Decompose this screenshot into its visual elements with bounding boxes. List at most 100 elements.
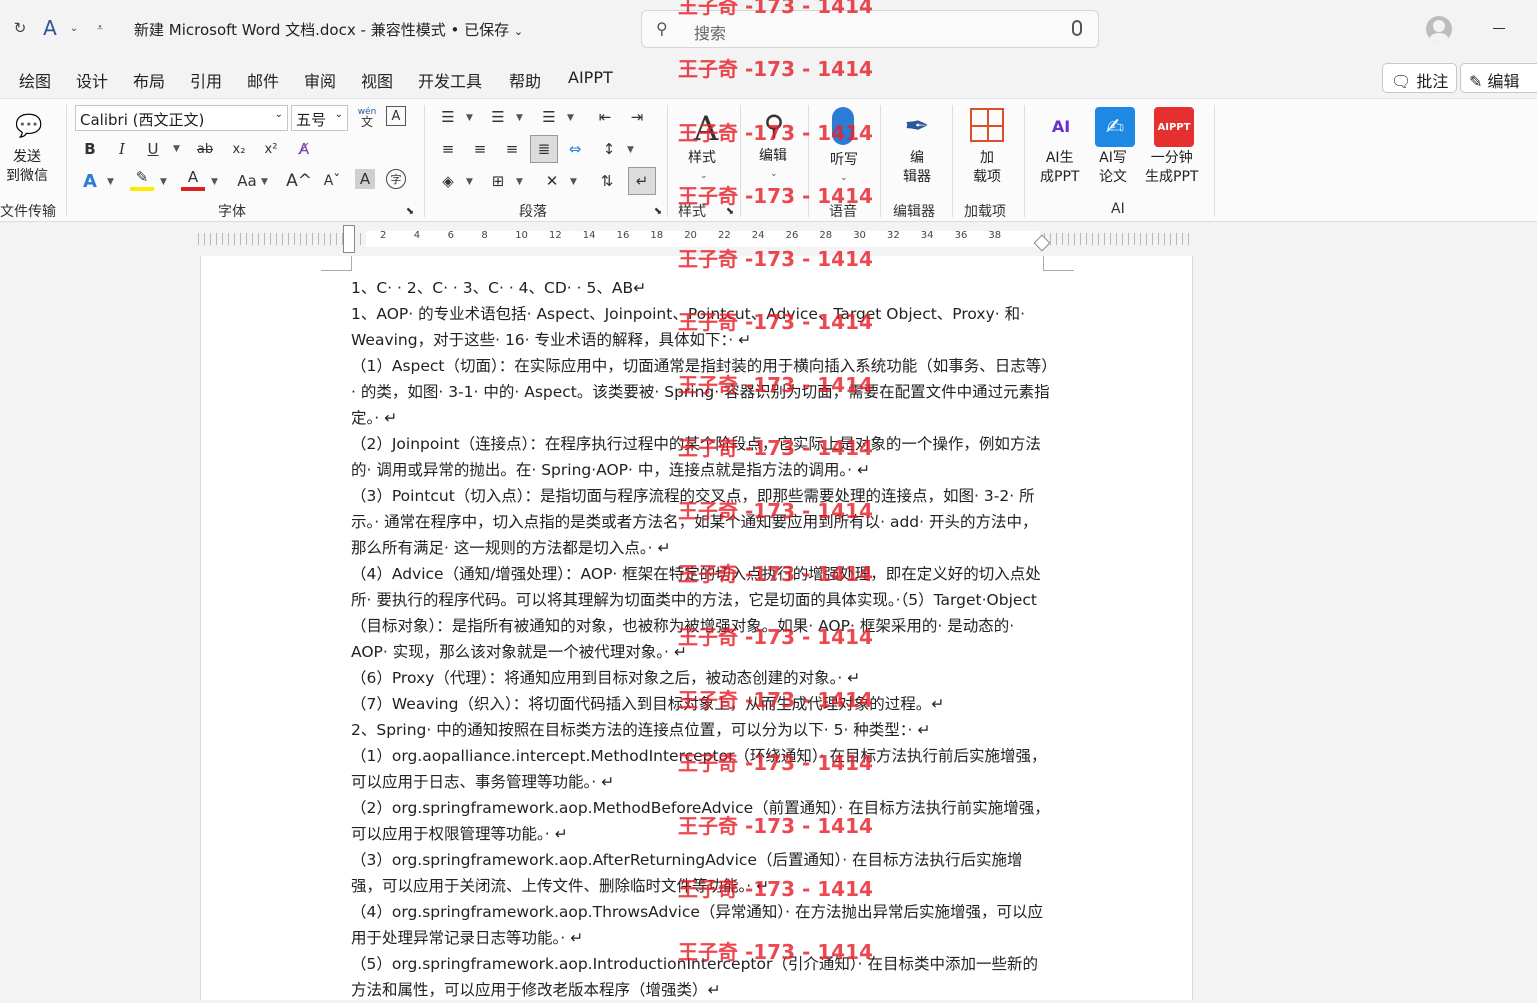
decrease-indent-icon[interactable]: ⇤ [593, 105, 617, 129]
sort-icon[interactable]: ⇅ [595, 169, 619, 193]
change-case-icon[interactable]: Aa [232, 169, 262, 193]
chevron-down-icon[interactable]: ▼ [160, 177, 167, 187]
tab-mailings[interactable]: 邮件 [247, 68, 279, 92]
wechat-icon[interactable]: 💬 [12, 111, 46, 141]
tab-developer[interactable]: 开发工具 [418, 68, 482, 92]
italic-button[interactable]: I [110, 137, 134, 161]
ai-ppt-icon[interactable]: AI [1042, 107, 1080, 145]
enclose-characters-icon[interactable]: 字 [386, 169, 406, 189]
numbering-icon[interactable]: ☰ [486, 105, 510, 129]
line-spacing-icon[interactable]: ↕ [597, 137, 621, 161]
tab-view[interactable]: 视图 [361, 68, 393, 92]
chevron-down-icon[interactable]: ⌄ [700, 171, 708, 181]
styles-button[interactable]: 样式 [688, 149, 716, 168]
chevron-down-icon[interactable]: ⌄ [770, 169, 778, 179]
ai-write-paper-button[interactable]: AI写 论文 [1099, 149, 1127, 187]
tab-layout[interactable]: 布局 [133, 68, 165, 92]
clear-formatting-icon[interactable]: A̸ [292, 137, 316, 161]
chevron-down-icon[interactable]: ⌄ [62, 16, 86, 40]
chevron-down-icon[interactable]: ▼ [173, 144, 180, 154]
ai-write-icon[interactable]: ✍ [1095, 107, 1135, 147]
borders-icon[interactable]: ⊞ [486, 169, 510, 193]
tab-design[interactable]: 设计 [76, 68, 108, 92]
document-body[interactable]: 1、C· · 2、C· · 3、C· · 4、CD· · 5、AB↵ 1、AOP… [351, 275, 1051, 1003]
font-name-select[interactable]: Calibri (西文正文) ⌄ [75, 105, 288, 131]
comment-button[interactable]: 🗨 批注 [1382, 63, 1458, 93]
send-to-wechat-button[interactable]: 发送 到微信 [6, 148, 48, 186]
font-size-select[interactable]: 五号 ⌄ [291, 105, 348, 131]
subscript-button[interactable]: x₂ [227, 137, 251, 161]
chevron-down-icon[interactable]: ▼ [466, 113, 473, 123]
chevron-down-icon[interactable]: ▼ [516, 177, 523, 187]
editor-label-1: 编 [910, 150, 924, 166]
redo-icon[interactable]: ↻ [8, 16, 32, 40]
document-title[interactable]: 新建 Microsoft Word 文档.docx - 兼容性模式 • 已保存 … [134, 19, 523, 40]
chevron-down-icon[interactable]: ⌄ [840, 173, 848, 183]
distributed-icon[interactable]: ⇔ [563, 137, 587, 161]
tab-references[interactable]: 引用 [190, 68, 222, 92]
dialog-launcher-icon[interactable]: ⬊ [722, 203, 738, 219]
chevron-down-icon[interactable]: ▼ [627, 145, 634, 155]
tab-review[interactable]: 审阅 [304, 68, 336, 92]
strikethrough-button[interactable]: ab [193, 137, 217, 161]
document-page[interactable]: 1、C· · 2、C· · 3、C· · 4、CD· · 5、AB↵ 1、AOP… [200, 256, 1193, 1000]
phonetic-guide-button[interactable]: wén 文 [355, 105, 379, 129]
asian-layout-icon[interactable]: ✕ [540, 169, 564, 193]
tab-aippt[interactable]: AIPPT [568, 68, 613, 87]
font-style-icon[interactable]: A [38, 16, 62, 40]
addins-button[interactable]: 加 载项 [973, 149, 1001, 187]
align-right-icon[interactable]: ≡ [500, 137, 524, 161]
group-file-transfer: 文件传输 [0, 204, 56, 220]
chevron-down-icon[interactable]: ▼ [466, 177, 473, 187]
tab-help[interactable]: 帮助 [509, 68, 541, 92]
find-icon[interactable]: ⚲ [756, 107, 792, 143]
customize-toolbar-icon[interactable]: ⩡ [88, 16, 112, 40]
text-effects-icon[interactable]: A [78, 169, 102, 193]
addins-icon[interactable] [970, 108, 1004, 142]
bold-button[interactable]: B [78, 137, 102, 161]
show-paragraph-marks-icon[interactable]: ↵ [628, 167, 656, 195]
increase-indent-icon[interactable]: ⇥ [625, 105, 649, 129]
edit-mode-button[interactable]: ✎ 编辑 [1460, 63, 1537, 93]
minimize-icon[interactable] [1493, 28, 1505, 29]
chevron-down-icon[interactable]: ▼ [107, 177, 114, 187]
dialog-launcher-icon[interactable]: ⬊ [402, 203, 418, 219]
multilevel-list-icon[interactable]: ☰ [537, 105, 561, 129]
horizontal-ruler[interactable]: 2 4 6 8 10 12 14 16 18 20 22 24 26 28 30 32 34 36 38 [0, 223, 1537, 256]
one-minute-ppt-button[interactable]: 一分钟 生成PPT [1145, 149, 1198, 187]
chevron-down-icon[interactable]: ▼ [261, 177, 268, 187]
align-center-icon[interactable]: ≡ [468, 137, 492, 161]
chevron-down-icon[interactable]: ▼ [516, 113, 523, 123]
font-color-icon[interactable]: A [181, 167, 205, 191]
styles-icon[interactable]: A [686, 109, 726, 149]
grow-font-icon[interactable]: A^ [286, 169, 312, 193]
align-left-icon[interactable]: ≡ [436, 137, 460, 161]
chevron-down-icon[interactable]: ▼ [567, 113, 574, 123]
dialog-launcher-icon[interactable]: ⬊ [650, 203, 666, 219]
ai-generate-ppt-button[interactable]: AI生 成PPT [1040, 149, 1079, 187]
superscript-button[interactable]: x² [259, 137, 283, 161]
indent-marker[interactable] [343, 225, 355, 253]
editing-button[interactable]: 编辑 [759, 147, 787, 166]
avatar[interactable] [1426, 16, 1452, 42]
shading-icon[interactable]: ◈ [436, 169, 460, 193]
shrink-font-icon[interactable]: Aˇ [320, 169, 344, 193]
editor-button[interactable]: 编 辑器 [903, 149, 931, 187]
editor-pen-icon[interactable]: ✒ [898, 107, 936, 145]
ruler-number: 10 [515, 230, 528, 241]
character-shading-icon[interactable]: A [355, 169, 375, 189]
highlight-icon[interactable]: ✎ [130, 167, 154, 191]
chevron-down-icon[interactable]: ▼ [570, 177, 577, 187]
search-box[interactable]: ⚲ 搜索 [641, 10, 1099, 48]
character-border-icon[interactable]: A [386, 106, 406, 126]
search-input[interactable]: 搜索 [694, 20, 726, 44]
underline-button[interactable]: U [141, 137, 165, 161]
bullets-icon[interactable]: ☰ [436, 105, 460, 129]
microphone-icon[interactable] [1072, 20, 1082, 36]
microphone-icon[interactable] [832, 107, 854, 145]
justify-icon[interactable]: ≣ [530, 135, 558, 163]
chevron-down-icon[interactable]: ▼ [211, 177, 218, 187]
tab-draw[interactable]: 绘图 [19, 68, 51, 92]
dictate-button[interactable]: 听写 [830, 151, 858, 170]
aippt-logo-icon[interactable]: AIPPT [1154, 107, 1194, 147]
